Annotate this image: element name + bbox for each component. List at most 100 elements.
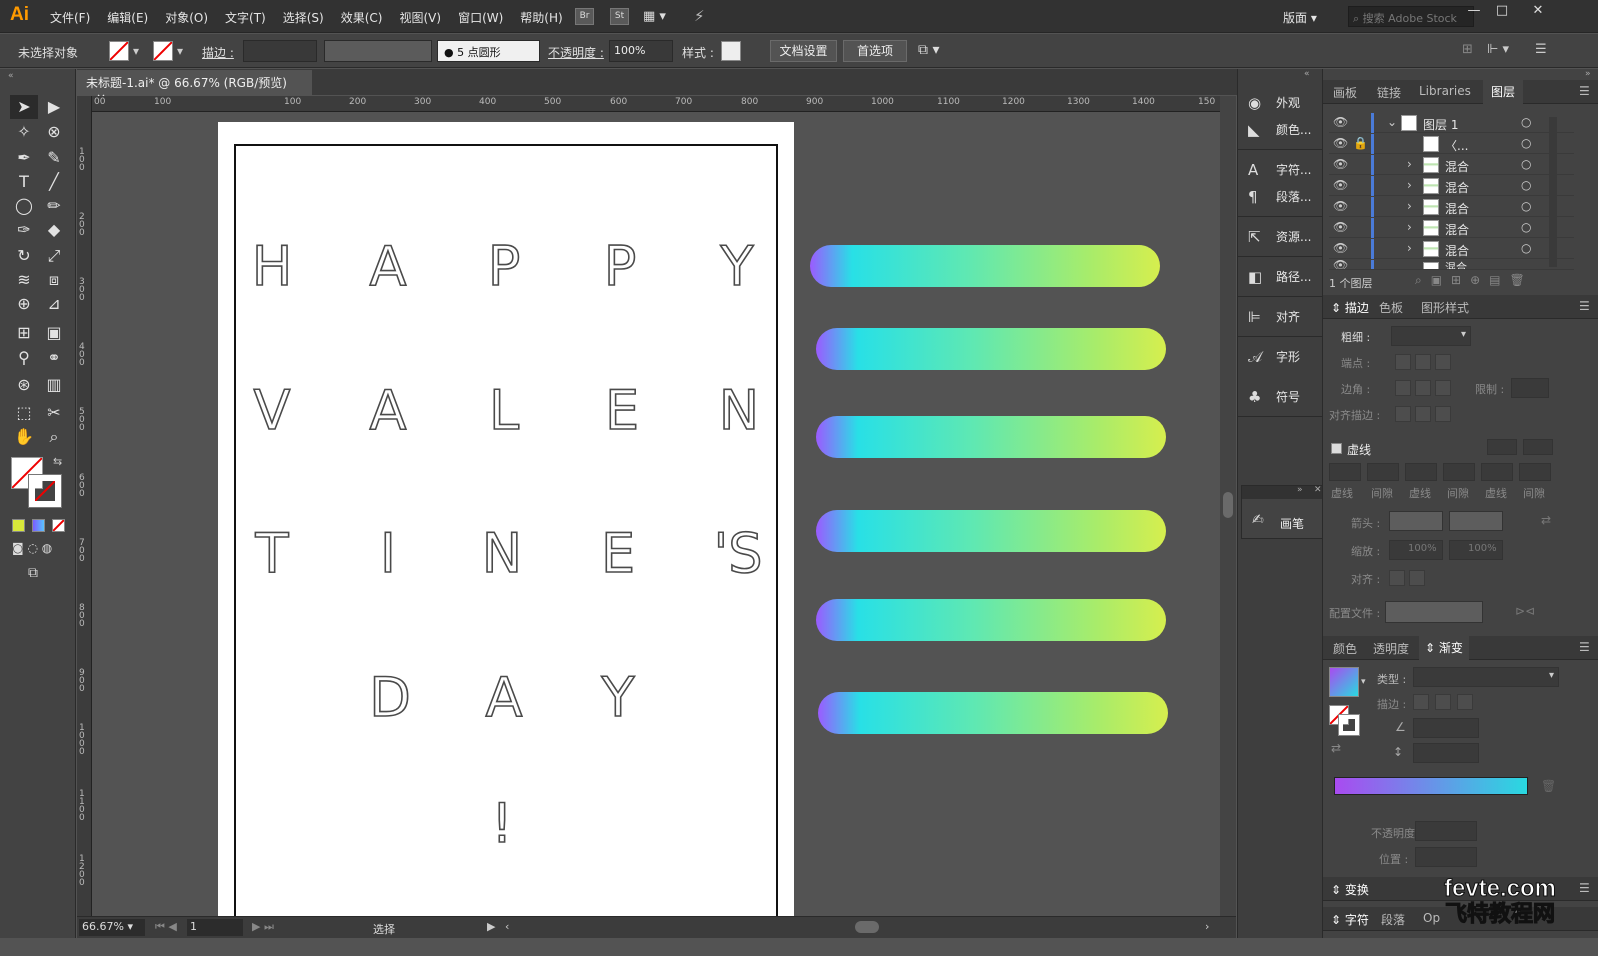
ellipse-tool-icon[interactable]: ◯ [10, 194, 38, 218]
start-arrow-select[interactable] [1389, 511, 1443, 531]
maximize-button[interactable]: □ [1488, 3, 1516, 23]
tab-character[interactable]: ⇕ 字符 [1331, 911, 1369, 928]
stroke-label[interactable]: 描边 : [202, 44, 234, 61]
layer-name[interactable]: 混合 [1445, 158, 1469, 175]
layer-row[interactable]: 👁 混合 [1329, 260, 1574, 270]
letter-glyph[interactable]: A [474, 665, 534, 730]
layers-scrollbar[interactable] [1549, 117, 1557, 267]
panel-menu-icon[interactable]: ☰ [1579, 299, 1590, 313]
tab-gradient[interactable]: ⇕ 渐变 [1419, 636, 1469, 660]
tab-libraries[interactable]: Libraries [1419, 84, 1471, 98]
artboard-tool-icon[interactable]: ⬚ [10, 401, 38, 425]
tab-transform[interactable]: ⇕ 变换 [1331, 881, 1369, 898]
stroke-color-swatch[interactable] [28, 474, 62, 508]
next-page-icon[interactable]: ▶ ⏭ [252, 920, 274, 934]
letter-glyph[interactable]: P [590, 234, 650, 299]
dock-assets[interactable]: ⇱ 资源... [1246, 225, 1321, 249]
draw-normal-icon[interactable]: ◙ ◌ ◍ [12, 541, 52, 555]
gradient-tool-icon[interactable]: ▣ [40, 321, 68, 345]
target-icon[interactable]: ○ [1521, 157, 1531, 171]
layer-row[interactable]: 👁 › 混合 ○ [1329, 155, 1574, 175]
letter-glyph[interactable]: N [709, 378, 769, 443]
scale-tool-icon[interactable]: ⤢ [40, 244, 68, 268]
screen-mode-icon[interactable]: ⧉ [28, 565, 38, 581]
magic-wand-tool-icon[interactable]: ✧ [10, 120, 38, 144]
target-icon[interactable]: ○ [1521, 178, 1531, 192]
layer-row[interactable]: 👁 › 混合 ○ [1329, 239, 1574, 259]
letter-glyph[interactable]: Y [588, 665, 648, 730]
stroke-gradient-button[interactable] [1457, 694, 1473, 710]
eye-icon[interactable]: 👁 [1333, 260, 1348, 269]
gradient-bar[interactable] [816, 599, 1166, 641]
type-tool-icon[interactable]: T [10, 170, 38, 194]
trash-icon[interactable]: 🗑 [1541, 779, 1556, 793]
letter-glyph[interactable]: H [242, 234, 302, 299]
symbol-sprayer-tool-icon[interactable]: ⊛ [10, 373, 38, 397]
menu-window[interactable]: 窗口(W) [458, 9, 503, 26]
dock-align[interactable]: ⊫ 对齐 [1246, 305, 1321, 329]
free-transform-tool-icon[interactable]: ⧈ [40, 268, 68, 292]
swap-colors-icon[interactable]: ⇆ [53, 455, 62, 468]
stock-button[interactable]: St [610, 8, 629, 25]
vertical-scrollbar[interactable] [1220, 96, 1236, 916]
profile-select[interactable] [1385, 601, 1483, 623]
butt-cap-button[interactable] [1395, 354, 1411, 370]
angle-input[interactable] [1413, 718, 1479, 738]
gradient-mode-icon[interactable] [32, 519, 45, 532]
workspace-switcher[interactable]: 版面 ▾ [1283, 9, 1317, 26]
tab-links[interactable]: 链接 [1377, 84, 1401, 101]
chevron-right-icon[interactable]: › [1407, 220, 1412, 234]
first-page-icon[interactable]: ⏮ ◀ [155, 920, 177, 934]
round-cap-button[interactable] [1415, 354, 1431, 370]
target-icon[interactable]: ○ [1521, 220, 1531, 234]
layer-row[interactable]: 👁 › 混合 ○ [1329, 176, 1574, 196]
target-icon[interactable]: ○ [1521, 241, 1531, 255]
stop-opacity-input[interactable] [1415, 821, 1477, 841]
bridge-button[interactable]: Br [575, 8, 594, 25]
tab-artboards[interactable]: 画板 [1333, 84, 1357, 101]
paintbrush-tool-icon[interactable]: ✏ [40, 194, 68, 218]
stroke-weight-input[interactable]: ▾ [1391, 326, 1471, 346]
dock-color[interactable]: ◣ 颜色... [1246, 118, 1321, 142]
layer-name[interactable]: 混合 [1445, 179, 1469, 196]
tab-swatches[interactable]: 色板 [1379, 299, 1403, 316]
dash-input[interactable] [1405, 463, 1437, 481]
arrow-align-button[interactable] [1389, 570, 1405, 586]
menu-edit[interactable]: 编辑(E) [107, 9, 148, 26]
layer-name[interactable]: 图层 1 [1423, 116, 1458, 133]
align-inside-button[interactable] [1415, 406, 1431, 422]
chevron-down-icon[interactable]: ▾ [133, 44, 139, 58]
letter-glyph[interactable]: P [474, 234, 534, 299]
stroke-weight-field[interactable] [243, 40, 317, 62]
tab-paragraph[interactable]: 段落 [1381, 911, 1405, 928]
artboard[interactable]: H A P P Y V A L E N T I N E 'S D A Y ! [218, 122, 794, 916]
stroke-gradient-button[interactable] [1435, 694, 1451, 710]
eye-icon[interactable]: 👁 [1333, 220, 1348, 234]
blob-brush-tool-icon[interactable]: ✑ [10, 218, 38, 242]
chevron-right-icon[interactable]: › [1407, 157, 1412, 171]
gradient-bar[interactable] [816, 328, 1166, 370]
end-scale-input[interactable]: 100% [1449, 540, 1503, 560]
close-icon[interactable]: ✕ [1314, 485, 1322, 495]
scroll-thumb[interactable] [1223, 492, 1233, 518]
layer-name[interactable]: 混合 [1445, 200, 1469, 217]
dash-preserve-button[interactable] [1487, 439, 1517, 455]
dashed-line-checkbox[interactable] [1331, 443, 1342, 454]
chevron-down-icon[interactable]: ▾ [1361, 677, 1366, 687]
direct-selection-tool-icon[interactable]: ▶ [40, 95, 68, 119]
mesh-tool-icon[interactable]: ⊞ [10, 321, 38, 345]
curvature-tool-icon[interactable]: ✎ [40, 146, 68, 170]
tab-stroke[interactable]: ⇕ 描边 [1331, 299, 1369, 316]
tab-color[interactable]: 颜色 [1333, 640, 1357, 657]
layer-name[interactable]: 混合 [1445, 260, 1467, 269]
chevron-right-icon[interactable]: › [1407, 241, 1412, 255]
stroke-swatch[interactable] [153, 41, 173, 61]
gradient-stroke-swatch[interactable] [1338, 714, 1360, 736]
dash-input[interactable] [1481, 463, 1513, 481]
letter-glyph[interactable]: ! [472, 791, 532, 856]
pen-tool-icon[interactable]: ✒ [10, 146, 38, 170]
letter-glyph[interactable]: I [358, 521, 418, 586]
menu-help[interactable]: 帮助(H) [520, 9, 562, 26]
swap-arrow-icon[interactable]: ⇄ [1541, 513, 1551, 527]
eye-icon[interactable]: 👁 [1333, 178, 1348, 192]
